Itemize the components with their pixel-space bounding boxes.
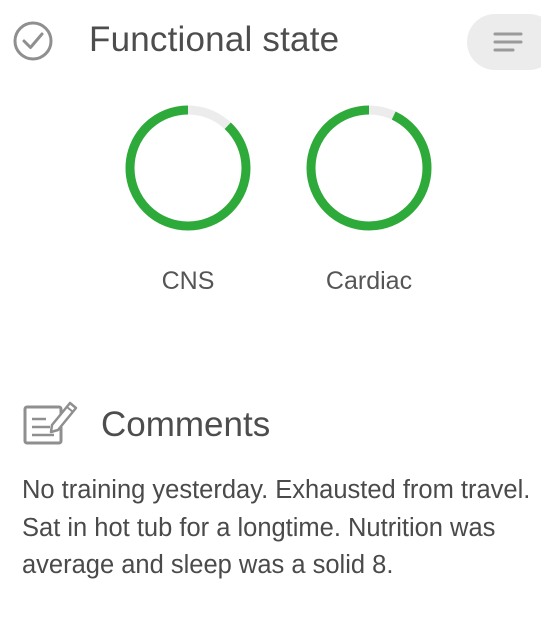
functional-state-screen: Functional state CNS Cardiac Comments No… bbox=[0, 0, 541, 617]
check-circle-icon bbox=[13, 21, 53, 61]
cardiac-label: Cardiac bbox=[325, 267, 413, 295]
cns-ring-fill bbox=[125, 105, 251, 231]
cardiac-progress-ring[interactable] bbox=[304, 103, 434, 233]
functional-state-title: Functional state bbox=[89, 20, 340, 59]
cns-label: CNS bbox=[161, 267, 215, 295]
comments-text: No training yesterday. Exhausted from tr… bbox=[22, 476, 531, 579]
menu-button[interactable] bbox=[467, 14, 541, 70]
comments-title: Comments bbox=[101, 405, 271, 444]
cns-progress-ring[interactable] bbox=[123, 103, 253, 233]
comments-edit-icon bbox=[23, 401, 78, 445]
cardiac-ring-fill bbox=[306, 105, 432, 231]
menu-lines-icon bbox=[493, 32, 523, 52]
